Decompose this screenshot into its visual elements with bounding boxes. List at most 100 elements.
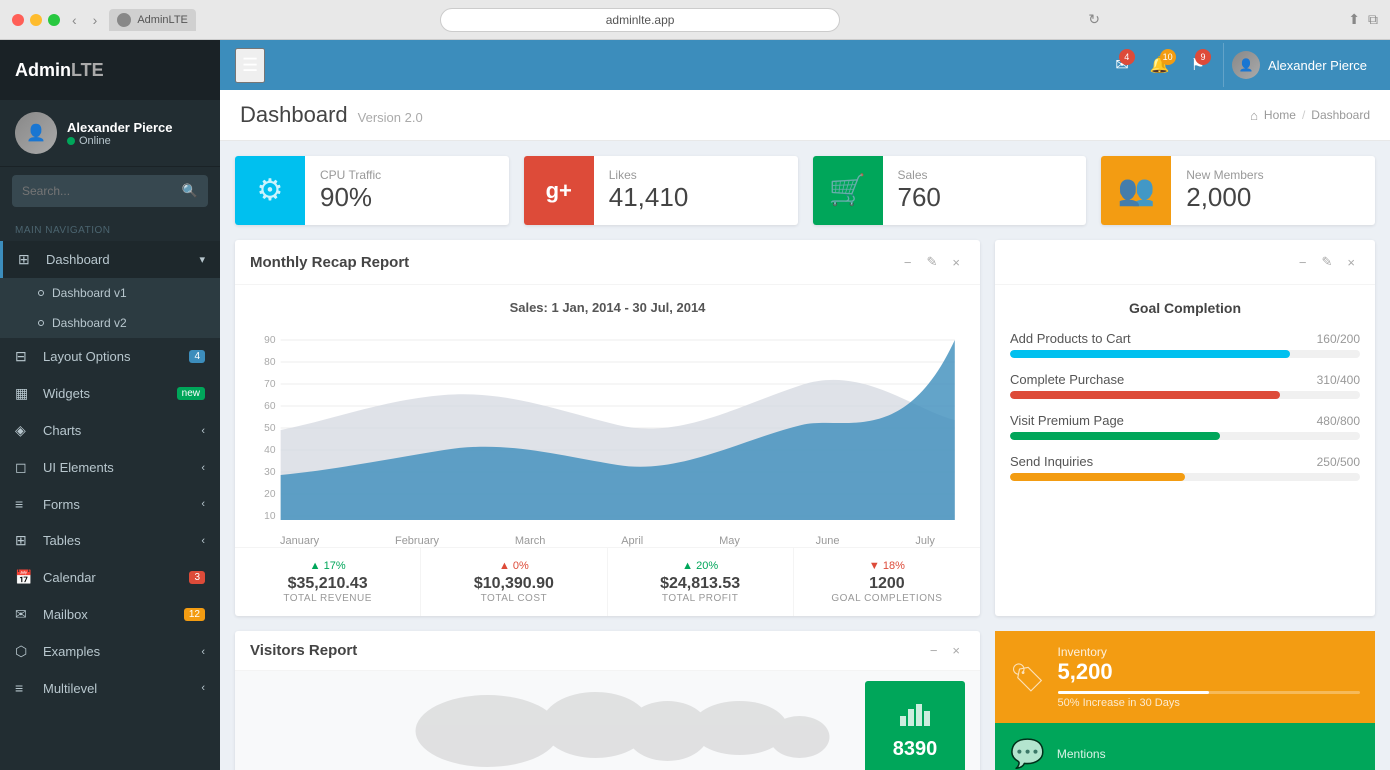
goal-row-inquiries: Send Inquiries 250/500 <box>1010 454 1360 469</box>
minimize-goal-button[interactable]: − <box>1294 252 1312 272</box>
submenu-label: Dashboard v1 <box>52 286 127 300</box>
inventory-info: Inventory 5,200 50% Increase in 30 Days <box>1058 645 1360 709</box>
close-card-button[interactable]: × <box>947 252 965 272</box>
visitors-tools: − × <box>925 641 965 660</box>
sidebar-item-examples[interactable]: ⬡ Examples ‹ <box>0 633 220 670</box>
stat-box-cpu: ⚙ CPU Traffic 90% <box>235 156 509 225</box>
address-bar[interactable]: adminlte.app <box>440 8 840 32</box>
new-tab-button[interactable]: ⧉ <box>1368 11 1378 28</box>
goal-value-cart: 160/200 <box>1317 332 1360 346</box>
minimize-button[interactable] <box>30 14 42 26</box>
submenu-dot-icon <box>38 320 44 326</box>
flag-button[interactable]: ⚑ 9 <box>1183 47 1213 83</box>
avatar-image: 👤 <box>15 112 57 154</box>
close-visitors-button[interactable]: × <box>947 641 965 660</box>
sidebar: AdminLTE 👤 Alexander Pierce Online 🔍 MAI… <box>0 40 220 770</box>
chevron-down-icon: ▾ <box>199 253 205 266</box>
svg-text:40: 40 <box>264 445 276 456</box>
visitors-bar: 8390 <box>865 681 965 770</box>
inventory-progress-bar <box>1058 691 1209 694</box>
goal-fill-premium <box>1010 432 1220 440</box>
browser-chrome: ‹ › AdminLTE adminlte.app ↻ ⬆ ⧉ <box>0 0 1390 40</box>
stat-info-sales: Sales 760 <box>883 156 1087 225</box>
revenue-amount: $35,210.43 <box>250 575 405 593</box>
stat-icon-sales: 🛒 <box>813 156 883 225</box>
search-input[interactable] <box>22 184 182 198</box>
breadcrumb: ⌂ Home / Dashboard <box>1250 108 1370 123</box>
visitors-header: Visitors Report − × <box>235 631 980 671</box>
back-button[interactable]: ‹ <box>68 10 81 30</box>
goal-value-premium: 480/800 <box>1317 414 1360 428</box>
goal-label-purchase: Complete Purchase <box>1010 372 1124 387</box>
bell-button[interactable]: 🔔 10 <box>1142 47 1178 83</box>
sidebar-item-dashboard-v1[interactable]: Dashboard v1 <box>0 278 220 308</box>
forward-button[interactable]: › <box>89 10 102 30</box>
goal-row-purchase: Complete Purchase 310/400 <box>1010 372 1360 387</box>
visitors-report-card: Visitors Report − × <box>235 631 980 770</box>
goal-item-premium: Visit Premium Page 480/800 <box>1010 413 1360 440</box>
dashboard-icon: ⊞ <box>18 251 38 268</box>
minimize-visitors-button[interactable]: − <box>925 641 943 660</box>
mentions-info: Mentions <box>1057 747 1360 761</box>
refresh-button[interactable]: ↻ <box>1084 9 1104 30</box>
url-text: adminlte.app <box>606 13 675 27</box>
search-icon[interactable]: 🔍 <box>182 183 198 199</box>
app-logo: AdminLTE <box>15 60 104 81</box>
sidebar-item-multilevel[interactable]: ≡ Multilevel ‹ <box>0 670 220 706</box>
share-button[interactable]: ⬆ <box>1348 11 1360 28</box>
goal-bar-inquiries <box>1010 473 1360 481</box>
minimize-card-button[interactable]: − <box>899 252 917 272</box>
search-box[interactable]: 🔍 <box>12 175 208 207</box>
stat-value-members: 2,000 <box>1186 182 1360 213</box>
stat-label-likes: Likes <box>609 168 783 182</box>
mail-button[interactable]: ✉ 4 <box>1107 47 1136 83</box>
sidebar-item-dashboard-v2[interactable]: Dashboard v2 <box>0 308 220 338</box>
sidebar-item-calendar[interactable]: 📅 Calendar 3 <box>0 559 220 596</box>
stat-label-members: New Members <box>1186 168 1360 182</box>
bar-chart-icon <box>900 701 930 733</box>
svg-text:20: 20 <box>264 489 276 500</box>
sidebar-menu: ⊞ Dashboard ▾ Dashboard v1 Dashboard v2 … <box>0 241 220 770</box>
sidebar-item-forms[interactable]: ≡ Forms ‹ <box>0 486 220 522</box>
stat-info-cpu: CPU Traffic 90% <box>305 156 509 225</box>
content-header: Dashboard Version 2.0 ⌂ Home / Dashboard <box>220 90 1390 141</box>
sidebar-item-charts[interactable]: ◈ Charts ‹ <box>0 412 220 449</box>
page-title: Dashboard <box>240 102 348 128</box>
goal-completion-title <box>1010 254 1014 271</box>
browser-tab[interactable]: AdminLTE <box>109 9 196 31</box>
traffic-lights <box>12 14 60 26</box>
goal-completion-heading: Goal Completion <box>1010 300 1360 316</box>
inventory-sub: 50% Increase in 30 Days <box>1058 697 1360 709</box>
svg-text:90: 90 <box>264 335 276 346</box>
stat-box-sales: 🛒 Sales 760 <box>813 156 1087 225</box>
edit-card-button[interactable]: ✎ <box>922 252 943 272</box>
svg-text:10: 10 <box>264 511 276 522</box>
close-button[interactable] <box>12 14 24 26</box>
cards-row: Monthly Recap Report − ✎ × Sales: 1 Jan,… <box>235 240 1375 616</box>
sidebar-item-dashboard[interactable]: ⊞ Dashboard ▾ <box>0 241 220 278</box>
main-content: ☰ ✉ 4 🔔 10 ⚑ 9 👤 Alexander Pierce <box>220 40 1390 770</box>
monthly-recap-card: Monthly Recap Report − ✎ × Sales: 1 Jan,… <box>235 240 980 616</box>
maximize-button[interactable] <box>48 14 60 26</box>
sidebar-item-tables[interactable]: ⊞ Tables ‹ <box>0 522 220 559</box>
widgets-icon: ▦ <box>15 385 35 402</box>
nav-user[interactable]: 👤 Alexander Pierce <box>1223 43 1375 87</box>
world-map: 8390 <box>235 671 980 770</box>
sidebar-item-mailbox[interactable]: ✉ Mailbox 12 <box>0 596 220 633</box>
close-goal-button[interactable]: × <box>1342 252 1360 272</box>
edit-goal-button[interactable]: ✎ <box>1317 252 1338 272</box>
user-name: Alexander Pierce <box>67 120 205 135</box>
goal-bar-premium <box>1010 432 1360 440</box>
goal-fill-cart <box>1010 350 1290 358</box>
hamburger-button[interactable]: ☰ <box>235 48 265 83</box>
card-tools: − ✎ × <box>899 252 965 272</box>
goal-value-purchase: 310/400 <box>1317 373 1360 387</box>
nav-user-name: Alexander Pierce <box>1268 58 1367 73</box>
goal-completion-card: − ✎ × Goal Completion Add Products to Ca… <box>995 240 1375 616</box>
sidebar-item-ui[interactable]: ◻ UI Elements ‹ <box>0 449 220 486</box>
sidebar-item-layout[interactable]: ⊟ Layout Options 4 <box>0 338 220 375</box>
stat-completions: ▼ 18% 1200 GOAL COMPLETIONS <box>794 548 980 616</box>
content-body: ⚙ CPU Traffic 90% g+ Likes 41,410 <box>220 141 1390 770</box>
stat-value-sales: 760 <box>898 182 1072 213</box>
sidebar-item-widgets[interactable]: ▦ Widgets new <box>0 375 220 412</box>
